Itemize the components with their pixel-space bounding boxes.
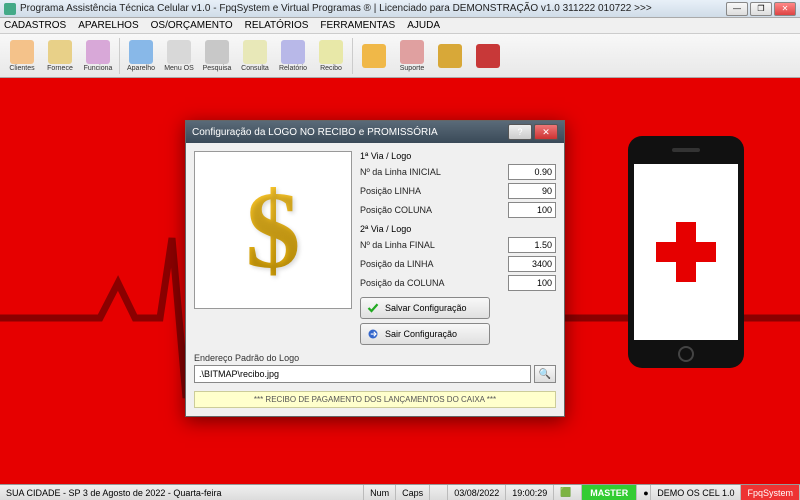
status-indicator-icon: ● — [637, 485, 651, 500]
window-titlebar: Programa Assistência Técnica Celular v1.… — [0, 0, 800, 18]
toolbar-icon — [281, 40, 305, 64]
status-num: Num — [364, 485, 396, 500]
toolbar-item-Pesquisa[interactable]: Pesquisa — [199, 36, 235, 76]
toolbar-label: Relatório — [279, 65, 307, 72]
f2-label: Posição LINHA — [360, 186, 508, 196]
exit-config-button[interactable]: Sair Configuração — [360, 323, 490, 345]
status-date: 03/08/2022 — [448, 485, 506, 500]
toolbar-item-9[interactable] — [356, 36, 392, 76]
minimize-button[interactable]: — — [726, 2, 748, 16]
save-button-label: Salvar Configuração — [385, 303, 467, 313]
close-button[interactable]: ✕ — [774, 2, 796, 16]
red-cross-icon — [656, 222, 716, 282]
status-brand: FpqSystem — [741, 485, 800, 500]
menubar: CADASTROS APARELHOS OS/ORÇAMENTO RELATÓR… — [0, 18, 800, 34]
toolbar-item-Menu OS[interactable]: Menu OS — [161, 36, 197, 76]
phone-home-button-icon — [678, 346, 694, 362]
browse-button[interactable]: 🔍 — [534, 365, 556, 383]
exit-button-label: Sair Configuração — [385, 329, 457, 339]
toolbar-icon — [86, 40, 110, 64]
status-version: DEMO OS CEL 1.0 — [651, 485, 741, 500]
toolbar: Clientes Fornece Funciona Aparelho Menu OS Pe… — [0, 34, 800, 78]
config-dialog: Configuração da LOGO NO RECIBO e PROMISS… — [185, 120, 565, 417]
toolbar-icon — [167, 40, 191, 64]
group2-title: 2ª Via / Logo — [360, 224, 556, 234]
status-flag-icon: 🟩 — [554, 485, 582, 500]
f4-label: Nº da Linha FINAL — [360, 240, 508, 250]
status-time: 19:00:29 — [506, 485, 554, 500]
dialog-help-button[interactable]: ? — [508, 124, 532, 140]
dialog-titlebar[interactable]: Configuração da LOGO NO RECIBO e PROMISS… — [186, 121, 564, 143]
toolbar-item-11[interactable] — [432, 36, 468, 76]
toolbar-label: Consulta — [241, 65, 269, 72]
phone-graphic — [628, 136, 744, 368]
toolbar-item-12[interactable] — [470, 36, 506, 76]
phone-speaker-icon — [672, 148, 700, 152]
status-caps: Caps — [396, 485, 430, 500]
menu-aparelhos[interactable]: APARELHOS — [78, 20, 138, 31]
main-canvas: Configuração da LOGO NO RECIBO e PROMISS… — [0, 78, 800, 484]
menu-ajuda[interactable]: AJUDA — [407, 20, 440, 31]
f1-label: Nº da Linha INICIAL — [360, 167, 508, 177]
f3-label: Posição COLUNA — [360, 205, 508, 215]
toolbar-item-Relatório[interactable]: Relatório — [275, 36, 311, 76]
toolbar-label: Aparelho — [127, 65, 155, 72]
toolbar-label: Menu OS — [164, 65, 194, 72]
toolbar-label: Clientes — [9, 65, 34, 72]
f2-input[interactable] — [508, 183, 556, 199]
toolbar-icon — [400, 40, 424, 64]
f6-input[interactable] — [508, 275, 556, 291]
toolbar-item-Recibo[interactable]: Recibo — [313, 36, 349, 76]
f5-label: Posição da LINHA — [360, 259, 508, 269]
toolbar-item-Aparelho[interactable]: Aparelho — [123, 36, 159, 76]
f5-input[interactable] — [508, 256, 556, 272]
logo-path-input[interactable] — [194, 365, 531, 383]
toolbar-label: Pesquisa — [203, 65, 232, 72]
status-location: SUA CIDADE - SP 3 de Agosto de 2022 - Qu… — [0, 485, 364, 500]
dialog-footer-note: *** RECIBO DE PAGAMENTO DOS LANÇAMENTOS … — [194, 391, 556, 408]
menu-ferramentas[interactable]: FERRAMENTAS — [320, 20, 395, 31]
toolbar-icon — [10, 40, 34, 64]
toolbar-item-Consulta[interactable]: Consulta — [237, 36, 273, 76]
toolbar-icon — [243, 40, 267, 64]
statusbar: SUA CIDADE - SP 3 de Agosto de 2022 - Qu… — [0, 484, 800, 500]
dialog-title: Configuração da LOGO NO RECIBO e PROMISS… — [192, 127, 508, 138]
toolbar-icon — [319, 40, 343, 64]
app-icon — [4, 3, 16, 15]
logo-preview: $ — [194, 151, 352, 309]
dialog-close-button[interactable]: ✕ — [534, 124, 558, 140]
f3-input[interactable] — [508, 202, 556, 218]
toolbar-icon — [205, 40, 229, 64]
exit-icon — [367, 328, 379, 340]
toolbar-item-Funciona[interactable]: Funciona — [80, 36, 116, 76]
path-label: Endereço Padrão do Logo — [194, 353, 556, 363]
f6-label: Posição da COLUNA — [360, 278, 508, 288]
menu-relatorios[interactable]: RELATÓRIOS — [245, 20, 309, 31]
check-icon — [367, 302, 379, 314]
toolbar-icon — [476, 44, 500, 68]
toolbar-label: Fornece — [47, 65, 73, 72]
menu-os-orcamento[interactable]: OS/ORÇAMENTO — [151, 20, 233, 31]
phone-screen — [634, 164, 738, 340]
window-title: Programa Assistência Técnica Celular v1.… — [20, 3, 726, 14]
toolbar-icon — [362, 44, 386, 68]
toolbar-item-Suporte[interactable]: Suporte — [394, 36, 430, 76]
toolbar-icon — [438, 44, 462, 68]
status-user: MASTER — [582, 485, 637, 500]
f1-input[interactable] — [508, 164, 556, 180]
group1-title: 1ª Via / Logo — [360, 151, 556, 161]
toolbar-item-Clientes[interactable]: Clientes — [4, 36, 40, 76]
toolbar-label: Recibo — [320, 65, 342, 72]
toolbar-label: Funciona — [84, 65, 113, 72]
toolbar-icon — [48, 40, 72, 64]
menu-cadastros[interactable]: CADASTROS — [4, 20, 66, 31]
search-icon: 🔍 — [539, 369, 551, 380]
maximize-button[interactable]: ❐ — [750, 2, 772, 16]
f4-input[interactable] — [508, 237, 556, 253]
dollar-sign-icon: $ — [246, 167, 301, 294]
toolbar-item-Fornece[interactable]: Fornece — [42, 36, 78, 76]
save-config-button[interactable]: Salvar Configuração — [360, 297, 490, 319]
toolbar-label: Suporte — [400, 65, 425, 72]
toolbar-icon — [129, 40, 153, 64]
